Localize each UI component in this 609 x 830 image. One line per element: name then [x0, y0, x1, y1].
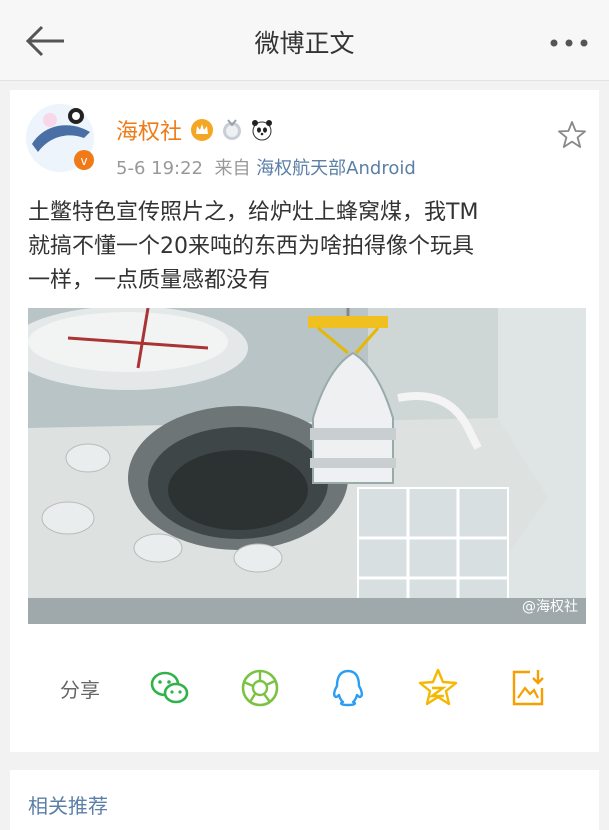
- author-name[interactable]: 海权社: [116, 114, 182, 146]
- post-text-line: 一样，一点质量感都没有: [28, 268, 271, 293]
- medal-badge-icon[interactable]: [220, 118, 244, 142]
- qq-icon[interactable]: [326, 666, 370, 710]
- share-bar: 分享: [10, 660, 599, 716]
- share-label: 分享: [60, 678, 100, 702]
- page-title: 微博正文: [254, 29, 355, 58]
- spacecraft-facility-photo: [28, 308, 586, 624]
- source-prefix: 来自: [214, 158, 251, 179]
- favorite-star-icon[interactable]: [557, 120, 587, 150]
- post-image[interactable]: @海权社: [28, 308, 586, 624]
- save-image-icon[interactable]: [506, 666, 550, 710]
- svg-text:v: v: [80, 154, 87, 168]
- post-meta: 5-6 19:22 来自 海权航天部Android: [116, 154, 416, 180]
- moments-icon[interactable]: [238, 666, 282, 710]
- panda-badge-icon[interactable]: [250, 118, 274, 142]
- post-text-line: 就搞不懂一个20来吨的东西为啥拍得像个玩具: [28, 234, 474, 259]
- wechat-icon[interactable]: [148, 666, 192, 710]
- crown-badge-icon[interactable]: [190, 118, 214, 142]
- related-section: 相关推荐: [10, 770, 599, 830]
- post-text-line: 土鳖特色宣传照片之，给炉灶上蜂窝煤，我TM: [28, 200, 479, 225]
- author-row: 海权社: [116, 114, 280, 146]
- image-watermark: @海权社: [522, 599, 578, 615]
- avatar[interactable]: v: [24, 102, 96, 174]
- post-source[interactable]: 海权航天部Android: [256, 158, 416, 179]
- post-timestamp: 5-6 19:22: [116, 158, 203, 179]
- more-dots-icon[interactable]: [549, 38, 589, 48]
- top-bar: 微博正文: [0, 0, 609, 81]
- qzone-icon[interactable]: [416, 666, 460, 710]
- related-title[interactable]: 相关推荐: [28, 790, 108, 819]
- post-text: 土鳖特色宣传照片之，给炉灶上蜂窝煤，我TM 就搞不懂一个20来吨的东西为啥拍得像…: [28, 196, 588, 298]
